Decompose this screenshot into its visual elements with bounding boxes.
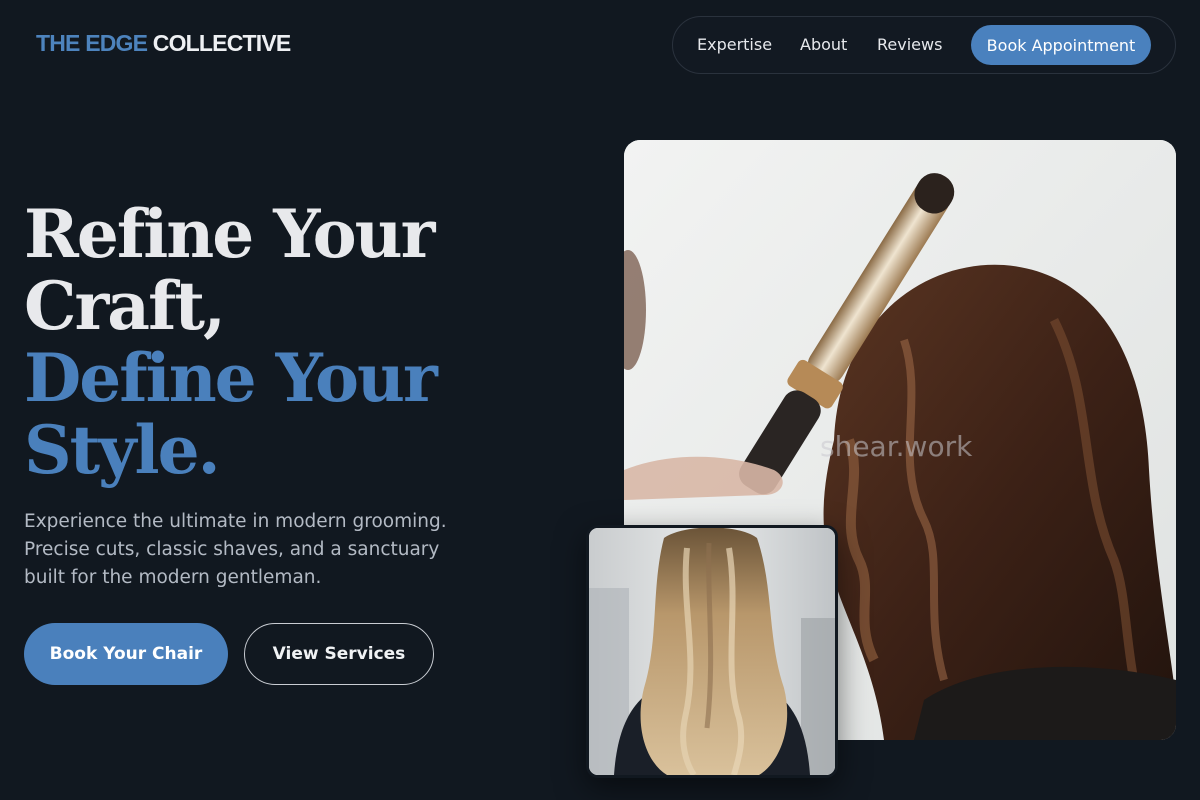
nav-link-expertise[interactable]: Expertise [697, 35, 772, 54]
headline-line-1: Refine Your [24, 195, 435, 273]
secondary-image-waves [586, 525, 838, 778]
headline-line-2: Craft, [24, 267, 226, 345]
view-services-button[interactable]: View Services [244, 623, 434, 685]
nav-link-about[interactable]: About [800, 35, 847, 54]
main-nav: Expertise About Reviews Book Appointment [672, 16, 1176, 74]
brand-name-rest: COLLECTIVE [152, 30, 291, 56]
book-your-chair-button[interactable]: Book Your Chair [24, 623, 228, 685]
landing-page: THE EDGE COLLECTIVE Expertise About Revi… [0, 0, 1200, 800]
book-appointment-button[interactable]: Book Appointment [971, 25, 1151, 65]
image-watermark: shear.work [820, 430, 973, 463]
headline-line-3: Define Your [24, 339, 438, 417]
brand-name-accent: THE EDGE [36, 30, 148, 56]
nav-link-reviews[interactable]: Reviews [877, 35, 942, 54]
hero-headline: Refine Your Craft, Define Your Style. [24, 198, 584, 486]
hero-subtext: Experience the ultimate in modern groomi… [24, 511, 447, 588]
brand-logo[interactable]: THE EDGE COLLECTIVE [36, 30, 291, 57]
headline-line-4: Style. [24, 411, 221, 489]
waves-photo-illustration [589, 528, 835, 775]
